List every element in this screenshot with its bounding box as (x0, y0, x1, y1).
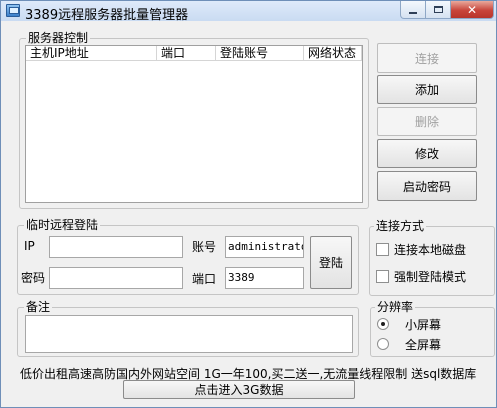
port-label: 端口 (192, 272, 217, 286)
port-input[interactable]: 3389 (225, 267, 304, 289)
enter-3g-data-button[interactable]: 点击进入3G数据 (123, 380, 355, 399)
close-button[interactable]: ✕ (451, 1, 494, 19)
account-input[interactable]: administrator (225, 236, 304, 258)
connect-mode-legend: 连接方式 (374, 219, 427, 233)
full-screen-label[interactable]: 全屏幕 (405, 338, 441, 352)
full-screen-radio[interactable] (377, 338, 389, 350)
password-label: 密码 (21, 271, 46, 285)
small-screen-radio[interactable] (377, 318, 389, 330)
force-login-checkbox[interactable] (376, 270, 389, 283)
server-list-header: 主机IP地址 端口 登陆账号 网络状态 (26, 46, 362, 61)
notes-legend: 备注 (24, 300, 53, 314)
window-title: 3389远程服务器批量管理器 (25, 8, 189, 23)
window-controls: ✕ (400, 1, 494, 19)
local-disk-label[interactable]: 连接本地磁盘 (394, 243, 466, 257)
small-screen-label[interactable]: 小屏幕 (405, 318, 441, 332)
minimize-icon (409, 11, 417, 14)
force-login-label[interactable]: 强制登陆模式 (394, 270, 466, 284)
maximize-icon (433, 6, 443, 13)
connect-button[interactable]: 连接 (377, 43, 477, 73)
login-button[interactable]: 登陆 (310, 236, 352, 289)
add-button[interactable]: 添加 (377, 75, 477, 104)
ip-input[interactable] (49, 236, 183, 258)
close-icon: ✕ (466, 2, 478, 17)
account-label: 账号 (192, 240, 217, 254)
notes-textarea[interactable] (25, 315, 353, 353)
app-window: 3389远程服务器批量管理器 ✕ 服务器控制 主机IP地址 端口 登陆账号 网络… (0, 0, 497, 408)
temp-login-legend: 临时远程登陆 (24, 218, 101, 232)
column-host-ip[interactable]: 主机IP地址 (26, 46, 157, 61)
server-list[interactable]: 主机IP地址 端口 登陆账号 网络状态 (25, 45, 363, 203)
connect-mode-group: 连接方式 (369, 219, 495, 296)
local-disk-checkbox[interactable] (376, 243, 389, 256)
delete-button[interactable]: 删除 (377, 107, 477, 136)
server-control-legend: 服务器控制 (26, 31, 91, 45)
password-input[interactable] (49, 267, 183, 289)
column-network-status[interactable]: 网络状态 (304, 46, 362, 61)
column-login-account[interactable]: 登陆账号 (216, 46, 304, 61)
app-icon (6, 4, 20, 17)
modify-button[interactable]: 修改 (377, 139, 477, 168)
minimize-button[interactable] (400, 1, 426, 19)
title-bar[interactable]: 3389远程服务器批量管理器 ✕ (1, 1, 496, 23)
maximize-button[interactable] (426, 1, 451, 19)
start-password-button[interactable]: 启动密码 (377, 171, 477, 201)
ip-label: IP (24, 239, 35, 253)
resolution-legend: 分辨率 (375, 300, 416, 314)
column-port[interactable]: 端口 (157, 46, 216, 61)
